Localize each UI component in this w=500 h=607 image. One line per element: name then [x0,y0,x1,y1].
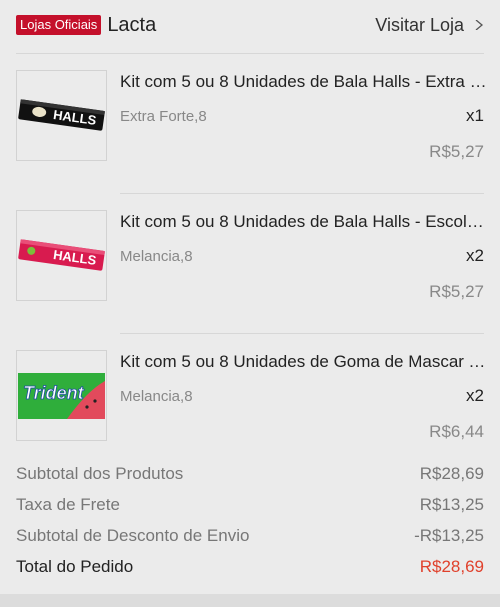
halls-extra-forte-image: HALLS [18,99,105,131]
product-title[interactable]: Kit com 5 ou 8 Unidades de Goma de Masca… [120,351,488,373]
subtotal-value: R$28,69 [419,463,484,483]
shipping-discount-row: Subtotal de Desconto de Envio -R$13,25 [16,520,484,551]
chevron-right-icon [475,20,484,30]
shipping-discount-label: Subtotal de Desconto de Envio [16,525,250,545]
shipping-value: R$13,25 [419,494,484,514]
product-price: R$6,44 [429,422,484,441]
product-title[interactable]: Kit com 5 ou 8 Unidades de Bala Halls - … [120,211,488,233]
product-thumbnail[interactable]: HALLS [16,70,107,161]
order-total-label: Total do Pedido [16,556,134,576]
product-variant: Melancia,8 [120,388,193,405]
product-quantity: x1 [466,106,484,125]
trident-melancia-image: Trident [18,373,105,419]
store-name[interactable]: Lacta [107,14,156,37]
subtotal-label: Subtotal dos Produtos [16,463,184,483]
product-price: R$5,27 [429,142,484,161]
shipping-discount-value: -R$13,25 [414,525,484,545]
order-total-value: R$28,69 [419,556,484,576]
order-item[interactable]: Trident Kit com 5 ou 8 Unidades de Goma … [0,334,500,474]
product-variant: Extra Forte,8 [120,108,207,125]
visit-store-label: Visitar Loja [375,14,464,35]
order-item[interactable]: HALLS Kit com 5 ou 8 Unidades de Bala Ha… [0,54,500,194]
shipping-label: Taxa de Frete [16,494,120,514]
product-quantity: x2 [466,246,484,265]
product-thumbnail[interactable]: Trident [16,350,107,441]
visit-store-button[interactable]: Visitar Loja [375,15,484,36]
order-summary: Subtotal dos Produtos R$28,69 Taxa de Fr… [16,458,484,582]
product-thumbnail[interactable]: HALLS [16,210,107,301]
product-title[interactable]: Kit com 5 ou 8 Unidades de Bala Halls - … [120,71,488,93]
halls-melancia-image: HALLS [18,239,105,271]
section-separator [0,594,500,607]
order-item[interactable]: HALLS Kit com 5 ou 8 Unidades de Bala Ha… [0,194,500,334]
official-store-badge: Lojas Oficiais [16,15,102,35]
svg-text:Trident: Trident [23,383,85,403]
product-quantity: x2 [466,386,484,405]
order-total-row: Total do Pedido R$28,69 [16,551,484,582]
subtotal-row: Subtotal dos Produtos R$28,69 [16,458,484,489]
product-variant: Melancia,8 [120,248,193,265]
store-header: Lojas Oficiais Lacta Visitar Loja [0,0,500,50]
shipping-row: Taxa de Frete R$13,25 [16,489,484,520]
product-price: R$5,27 [429,282,484,301]
